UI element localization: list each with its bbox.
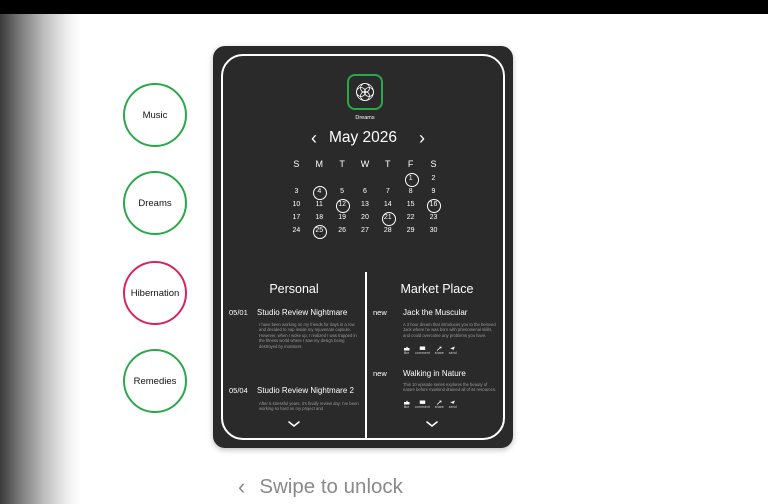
market-entry-actions: like comment share send [403,346,457,355]
dreams-button[interactable]: Dreams [123,171,187,235]
send-action[interactable]: send [449,346,457,355]
calendar-day[interactable]: 25 [308,224,331,239]
calendar-day[interactable]: 26 [331,224,354,237]
calendar-day[interactable]: 10 [285,198,308,211]
comment-action[interactable]: comment [415,346,430,355]
like-action[interactable]: like [403,400,410,409]
share-action[interactable]: share [435,400,444,409]
personal-title: Personal [269,282,319,296]
calendar-day[interactable]: 24 [285,224,308,237]
calendar-day[interactable]: 23 [422,211,445,224]
comment-label: comment [415,405,430,409]
calendar-day[interactable]: 18 [308,211,331,224]
calendar-day[interactable]: 1 [399,172,422,187]
calendar-day[interactable]: 21 [376,211,399,226]
calendar-day[interactable]: 9 [422,185,445,198]
share-label: share [434,351,444,355]
calendar-day[interactable]: 29 [399,224,422,237]
send-label: send [448,405,457,409]
swipe-to-unlock[interactable]: ‹ Swipe to unlock [238,474,403,500]
market-entry-tag: new [373,308,387,317]
weekday-label: M [315,159,324,169]
share-label: share [434,405,444,409]
personal-entry-title[interactable]: Studio Review Nightmare 2 [257,386,354,395]
send-label: send [448,351,457,355]
personal-entry-body: After 5 stressful years, it's finally re… [259,401,359,412]
weekday-label: F [407,159,414,169]
calendar-day[interactable]: 3 [285,185,308,198]
personal-entry-date: 05/04 [229,386,248,395]
calendar-empty-cell [354,172,377,185]
send-action[interactable]: send [449,400,457,409]
calendar-grid: S M T W T F S 1 2 3 4 5 6 7 8 9 10 11 12 13 14 15 16 17 18 19 20 21… [285,156,445,239]
chevron-down-icon[interactable] [287,420,301,428]
dreams-logo-icon [356,83,374,101]
month-title: May 2026 [328,129,398,146]
calendar-day[interactable]: 22 [399,211,422,224]
calendar-day[interactable]: 7 [376,185,399,198]
calendar-day[interactable]: 20 [354,211,377,224]
music-button-label: Music [142,109,168,121]
comment-action[interactable]: comment [415,400,430,409]
personal-entry-title[interactable]: Studio Review Nightmare [257,308,347,317]
calendar-day[interactable]: 19 [331,211,354,224]
calendar-day[interactable]: 17 [285,211,308,224]
market-entry-body: This 10 episode series explores the beau… [403,382,497,393]
device-screen: Dreams ‹ May 2026 › S M T W T F S 1 2 3 4 5 6 7 8 9 10 11… [213,46,513,448]
weekday-label: S [430,159,437,169]
market-entry-body: A 3 hour dream that introduces you to th… [403,322,496,338]
chevron-left-icon: ‹ [238,474,246,499]
remedies-button[interactable]: Remedies [123,349,187,413]
market-title: Market Place [400,282,474,296]
calendar-day[interactable]: 27 [354,224,377,237]
calendar-empty-cell [308,172,331,185]
market-entry-title[interactable]: Jack the Muscular [403,308,467,317]
market-entry-actions: like comment share send [403,400,457,409]
month-nav: ‹ May 2026 › [213,128,513,148]
market-entry-tag: new [373,369,387,378]
personal-entry-date: 05/01 [229,308,248,317]
calendar-day[interactable]: 14 [376,198,399,211]
comment-label: comment [415,351,430,355]
calendar-day[interactable]: 30 [422,224,445,237]
weekday-label: S [293,159,300,169]
chevron-down-icon[interactable] [425,420,439,428]
hibernation-button[interactable]: Hibernation [123,261,187,325]
calendar-empty-cell [376,172,399,185]
calendar-day[interactable]: 12 [331,198,354,213]
remedies-button-label: Remedies [133,375,177,387]
like-label: like [403,405,410,409]
share-action[interactable]: share [435,346,444,355]
weekday-label: W [360,159,370,169]
hibernation-button-label: Hibernation [130,287,180,299]
calendar-day[interactable]: 5 [331,185,354,198]
calendar-day[interactable]: 28 [376,224,399,237]
app-name: Dreams [355,115,375,121]
chevron-right-icon[interactable]: › [419,128,425,148]
section-divider [365,272,367,438]
calendar-day[interactable]: 2 [422,172,445,185]
like-action[interactable]: like [403,346,410,355]
left-shade [0,14,80,504]
like-label: like [403,351,410,355]
calendar-empty-cell [285,172,308,185]
app-logo-button[interactable] [347,74,383,110]
personal-entry-body: I have been working on my friends for da… [259,322,357,349]
calendar-empty-cell [331,172,354,185]
calendar-day[interactable]: 11 [308,198,331,211]
weekday-label: T [385,159,391,169]
calendar-day[interactable]: 8 [399,185,422,198]
weekday-label: T [339,159,345,169]
calendar-day[interactable]: 4 [308,185,331,200]
music-button[interactable]: Music [123,83,187,147]
calendar-day[interactable]: 13 [354,198,377,211]
calendar-day[interactable]: 15 [399,198,422,211]
market-entry-title[interactable]: Walking in Nature [403,369,466,378]
swipe-label: Swipe to unlock [259,475,403,498]
calendar-day[interactable]: 16 [422,198,445,213]
dreams-button-label: Dreams [138,197,172,209]
calendar-day[interactable]: 6 [354,185,377,198]
top-bar [0,0,768,14]
